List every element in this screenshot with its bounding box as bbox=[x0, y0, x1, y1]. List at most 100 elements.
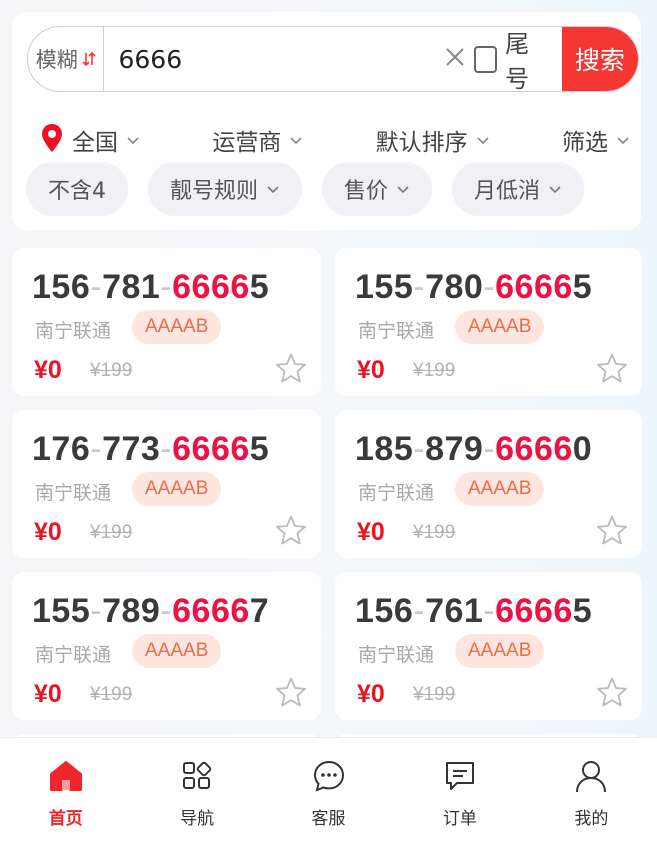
sale-price: ¥0 bbox=[34, 518, 62, 546]
chip-label: 售价 bbox=[344, 179, 389, 204]
number-card[interactable]: 155-780-66665 南宁联通 AAAAB ¥0 ¥199 bbox=[335, 248, 642, 396]
number-middle: 780 bbox=[425, 268, 484, 306]
carrier-label: 南宁联通 bbox=[35, 644, 112, 666]
number-card[interactable]: 176-773-66665 南宁联通 AAAAB ¥0 ¥199 bbox=[12, 410, 321, 558]
close-icon bbox=[445, 47, 465, 71]
number-middle: 879 bbox=[425, 430, 484, 468]
number-card[interactable]: 156-761-66665 南宁联通 AAAAB ¥0 ¥199 bbox=[335, 572, 642, 720]
number-dash: - bbox=[413, 592, 426, 630]
nav-service-label: 客服 bbox=[311, 809, 346, 829]
phone-number: 155-789-66667 bbox=[32, 592, 269, 631]
number-prefix: 185 bbox=[355, 430, 414, 468]
sale-price: ¥0 bbox=[34, 356, 62, 384]
nav-service[interactable]: 客服 bbox=[263, 738, 394, 846]
favorite-star-icon[interactable] bbox=[275, 352, 307, 384]
number-highlight: 6666 bbox=[495, 430, 573, 468]
number-card[interactable]: 156-781-66665 南宁联通 AAAAB ¥0 ¥199 bbox=[12, 248, 321, 396]
nav-navigation[interactable]: 导航 bbox=[131, 738, 262, 846]
chat-bubble-icon bbox=[311, 758, 347, 794]
chip-pretty-rule[interactable]: 靓号规则 bbox=[148, 162, 303, 216]
number-dash: - bbox=[160, 592, 173, 630]
number-card[interactable]: 155-789-66667 南宁联通 AAAAB ¥0 ¥199 bbox=[12, 572, 321, 720]
pattern-tag: AAAAB bbox=[132, 634, 222, 668]
user-icon bbox=[573, 758, 609, 794]
nav-profile[interactable]: 我的 bbox=[526, 738, 657, 846]
phone-number: 156-761-66665 bbox=[355, 592, 592, 631]
pattern-tag: AAAAB bbox=[455, 310, 545, 344]
nav-orders[interactable]: 订单 bbox=[394, 738, 525, 846]
home-icon bbox=[48, 758, 84, 794]
search-input[interactable] bbox=[104, 27, 436, 91]
carrier-label: 南宁联通 bbox=[35, 320, 112, 342]
chip-label: 不含4 bbox=[48, 179, 106, 204]
nav-navigation-label: 导航 bbox=[180, 809, 215, 829]
favorite-star-icon[interactable] bbox=[596, 352, 628, 384]
carrier-label: 南宁联通 bbox=[358, 644, 435, 666]
chevron-down-icon bbox=[476, 136, 490, 145]
pattern-tag: AAAAB bbox=[132, 472, 222, 506]
bottom-nav: 首页 导航 客服 订单 我的 bbox=[0, 737, 657, 846]
favorite-star-icon[interactable] bbox=[596, 514, 628, 546]
grid-apps-icon bbox=[179, 758, 215, 794]
filter-region[interactable]: 全国 bbox=[40, 123, 140, 157]
swap-arrows-icon bbox=[82, 50, 96, 68]
chevron-down-icon bbox=[266, 185, 280, 194]
phone-number: 176-773-66665 bbox=[32, 430, 269, 469]
phone-number: 155-780-66665 bbox=[355, 268, 592, 307]
checkbox-box[interactable] bbox=[473, 45, 498, 73]
original-price: ¥199 bbox=[90, 684, 133, 705]
number-highlight: 6666 bbox=[495, 592, 573, 630]
number-middle: 761 bbox=[425, 592, 484, 630]
chip-label: 靓号规则 bbox=[170, 179, 259, 204]
number-dash: - bbox=[483, 430, 496, 468]
filter-carrier-label: 运营商 bbox=[212, 130, 282, 156]
nav-home[interactable]: 首页 bbox=[0, 738, 131, 846]
search-button[interactable]: 搜索 bbox=[561, 27, 638, 91]
filter-screen-label: 筛选 bbox=[561, 130, 608, 156]
number-tail: 5 bbox=[572, 268, 593, 306]
favorite-star-icon[interactable] bbox=[275, 676, 307, 708]
favorite-star-icon[interactable] bbox=[275, 514, 307, 546]
chip-price[interactable]: 售价 bbox=[322, 162, 433, 216]
original-price: ¥199 bbox=[90, 522, 133, 543]
sale-price: ¥0 bbox=[357, 356, 385, 384]
number-dash: - bbox=[90, 268, 103, 306]
favorite-star-icon[interactable] bbox=[596, 676, 628, 708]
sale-price: ¥0 bbox=[34, 680, 62, 708]
order-message-icon bbox=[442, 758, 478, 794]
number-dash: - bbox=[160, 268, 173, 306]
clear-search-button[interactable] bbox=[435, 27, 473, 91]
filter-carrier[interactable]: 运营商 bbox=[212, 123, 303, 157]
number-tail: 5 bbox=[249, 268, 270, 306]
number-dash: - bbox=[160, 430, 173, 468]
pattern-tag: AAAAB bbox=[455, 634, 545, 668]
carrier-label: 南宁联通 bbox=[35, 482, 112, 504]
chip-monthly-min[interactable]: 月低消 bbox=[452, 162, 585, 216]
number-middle: 781 bbox=[102, 268, 161, 306]
original-price: ¥199 bbox=[90, 360, 133, 381]
search-mode-label: 模糊 bbox=[35, 48, 78, 72]
original-price: ¥199 bbox=[413, 522, 456, 543]
sale-price: ¥0 bbox=[357, 680, 385, 708]
phone-number: 156-781-66665 bbox=[32, 268, 269, 307]
number-highlight: 6666 bbox=[172, 592, 250, 630]
number-prefix: 155 bbox=[355, 268, 414, 306]
chevron-down-icon bbox=[616, 136, 630, 145]
carrier-label: 南宁联通 bbox=[358, 482, 435, 504]
phone-number: 185-879-66660 bbox=[355, 430, 592, 469]
number-highlight: 6666 bbox=[495, 268, 573, 306]
number-prefix: 156 bbox=[32, 268, 91, 306]
tail-number-checkbox[interactable]: 尾号 bbox=[473, 27, 546, 91]
search-mode-toggle[interactable]: 模糊 bbox=[28, 27, 105, 91]
filter-sort[interactable]: 默认排序 bbox=[376, 123, 490, 157]
location-pin-icon bbox=[40, 123, 64, 157]
chevron-down-icon bbox=[396, 185, 410, 194]
number-card[interactable]: 185-879-66660 南宁联通 AAAAB ¥0 ¥199 bbox=[335, 410, 642, 558]
search-bar: 模糊 尾号 搜索 bbox=[27, 26, 639, 92]
number-dash: - bbox=[483, 268, 496, 306]
number-dash: - bbox=[483, 592, 496, 630]
chip-no-four[interactable]: 不含4 bbox=[26, 162, 128, 216]
chevron-down-icon bbox=[289, 136, 303, 145]
chip-label: 月低消 bbox=[474, 179, 541, 204]
filter-screen[interactable]: 筛选 bbox=[562, 123, 630, 157]
